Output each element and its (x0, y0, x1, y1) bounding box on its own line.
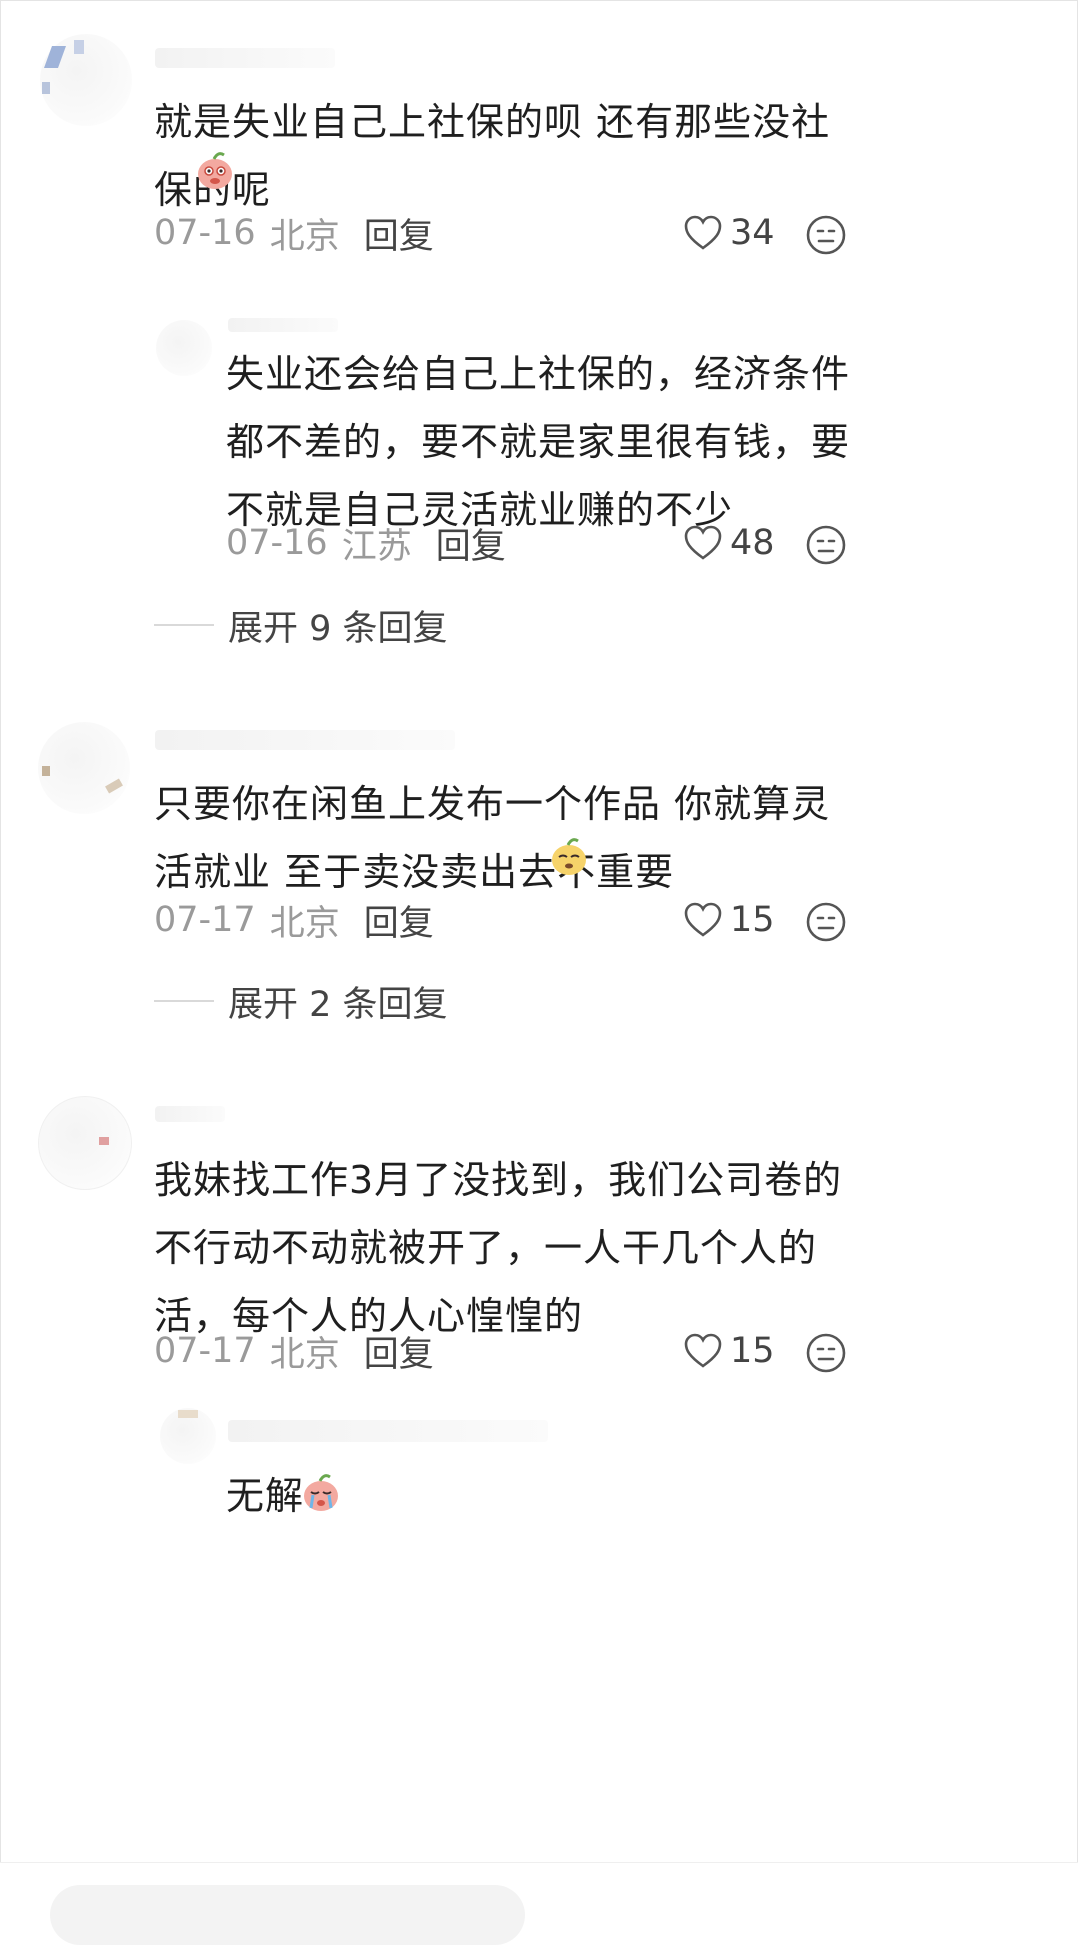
comment-meta: 07-16 北京 回复 (154, 208, 434, 258)
reply-button[interactable]: 回复 (364, 1326, 434, 1377)
comment-date: 07-16 (154, 213, 256, 253)
comment-date: 07-16 (226, 523, 328, 563)
reply-button[interactable]: 回复 (436, 518, 506, 569)
expand-replies-label: 展开 2 条回复 (228, 984, 448, 1025)
heart-icon (684, 215, 722, 250)
expand-replies-button[interactable]: 展开 9 条回复 (154, 600, 448, 650)
expand-replies-label: 展开 9 条回复 (228, 608, 448, 649)
heart-icon (684, 525, 722, 560)
comment-date: 07-17 (154, 1331, 256, 1371)
comment-text: 我妹找工作3月了没找到，我们公司卷的不行动不动就被开了，一人干几个人的活，每个人… (154, 1158, 843, 1338)
grimace-peach-emoji (198, 152, 232, 189)
comment-meta: 07-17 北京 回复 (154, 895, 434, 945)
reply-button[interactable]: 回复 (364, 895, 434, 946)
like-count: 15 (730, 1331, 775, 1371)
comment-location: 北京 (269, 903, 340, 944)
avatar[interactable] (38, 1096, 132, 1190)
avatar[interactable] (160, 1408, 216, 1464)
neutral-face-icon[interactable] (804, 213, 848, 257)
comment-input[interactable] (50, 1885, 525, 1945)
like-button[interactable]: 15 (684, 895, 775, 945)
comment-location: 北京 (269, 216, 340, 257)
heart-icon (684, 902, 722, 937)
neutral-face-icon[interactable] (804, 900, 848, 944)
username[interactable] (228, 1420, 548, 1442)
smirk-melon-emoji (552, 838, 586, 875)
username[interactable] (228, 318, 338, 332)
neutral-face-icon[interactable] (804, 1331, 848, 1375)
divider-line (154, 1000, 214, 1002)
bottom-input-bar (0, 1862, 1078, 1945)
comment-meta: 07-16 江苏 回复 (226, 518, 506, 568)
comment-text: 只要你在闲鱼上发布一个作品 你就算灵活就业 至于卖没卖出去不重要 (154, 782, 831, 894)
expand-replies-button[interactable]: 展开 2 条回复 (154, 976, 448, 1026)
comment-text: 失业还会给自己上社保的，经济条件都不差的，要不就是家里很有钱，要不就是自己灵活就… (226, 352, 851, 532)
neutral-face-icon[interactable] (804, 523, 848, 567)
like-button[interactable]: 15 (684, 1326, 775, 1376)
comment-date: 07-17 (154, 900, 256, 940)
like-button[interactable]: 48 (684, 518, 775, 568)
like-count: 34 (730, 213, 775, 253)
username[interactable] (155, 730, 455, 750)
comment-text: 就是失业自己上社保的呗 还有那些没社保的呢 (154, 100, 831, 212)
avatar[interactable] (40, 34, 132, 126)
comment-location: 江苏 (341, 526, 412, 567)
username[interactable] (155, 48, 335, 68)
username[interactable] (155, 1106, 225, 1122)
comment-meta: 07-17 北京 回复 (154, 1326, 434, 1376)
page-frame (0, 0, 1078, 1920)
like-button[interactable]: 34 (684, 208, 775, 258)
divider-line (154, 624, 214, 626)
like-count: 48 (730, 523, 775, 563)
avatar[interactable] (38, 722, 130, 814)
like-count: 15 (730, 900, 775, 940)
avatar[interactable] (156, 320, 212, 376)
comment-location: 北京 (269, 1334, 340, 1375)
crying-peach-emoji (304, 1474, 338, 1511)
heart-icon (684, 1333, 722, 1368)
reply-button[interactable]: 回复 (364, 208, 434, 259)
